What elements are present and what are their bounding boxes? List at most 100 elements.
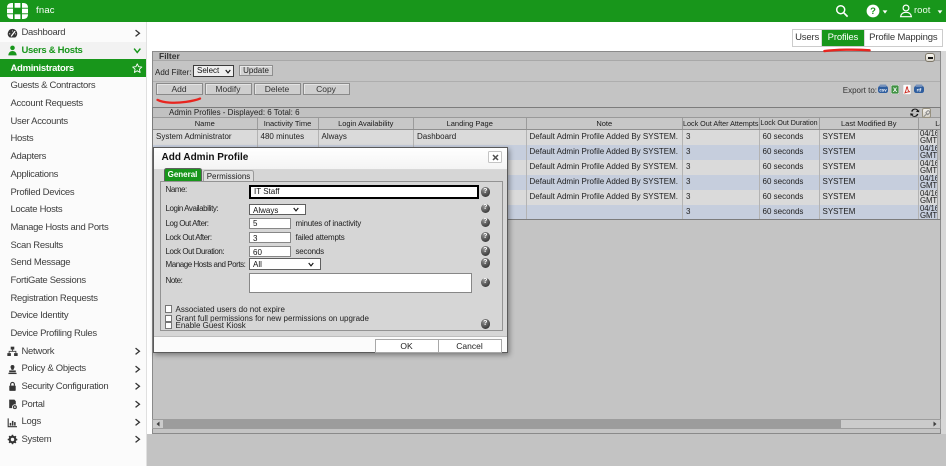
sidebar-item[interactable]: User Accounts bbox=[0, 112, 146, 130]
cell-lock-out-duration: 60 seconds bbox=[760, 160, 820, 175]
name-info-icon[interactable] bbox=[481, 187, 491, 197]
note-info-icon[interactable] bbox=[481, 278, 491, 288]
sidebar-item[interactable]: Profiled Devices bbox=[0, 183, 146, 201]
refresh-icon[interactable] bbox=[910, 108, 920, 118]
csv-export-icon[interactable]: csv bbox=[878, 84, 888, 95]
sidebar-item[interactable]: Locate Hosts bbox=[0, 201, 146, 219]
cell-last-modified-by: SYSTEM bbox=[820, 145, 920, 160]
user-name[interactable]: root bbox=[914, 0, 930, 22]
filter-select-value: Select bbox=[197, 66, 219, 75]
sidebar-item[interactable]: Registration Requests bbox=[0, 289, 146, 307]
sidebar-item-right-icon bbox=[132, 63, 143, 74]
table-scrollbar-thumb[interactable] bbox=[938, 130, 941, 160]
update-button[interactable]: Update bbox=[239, 65, 273, 76]
ok-button[interactable]: OK bbox=[375, 339, 439, 353]
lock-out-duration-input[interactable]: 60 bbox=[249, 246, 291, 257]
sidebar-item[interactable]: FortiGate Sessions bbox=[0, 272, 146, 290]
copy-button[interactable]: Copy bbox=[303, 83, 350, 95]
lock-out-after-input[interactable]: 3 bbox=[249, 232, 291, 243]
sidebar-item[interactable]: Adapters bbox=[0, 148, 146, 166]
tab-permissions[interactable]: Permissions bbox=[203, 170, 254, 181]
sidebar-item[interactable]: Device Profiling Rules bbox=[0, 325, 146, 343]
manage-hosts-label: Manage Hosts and Ports: bbox=[166, 260, 246, 269]
sidebar-item[interactable]: Manage Hosts and Ports bbox=[0, 219, 146, 237]
table-row[interactable]: System Administrator 480 minutes Always … bbox=[153, 130, 940, 145]
column-header[interactable]: Note bbox=[527, 118, 684, 129]
user-icon[interactable] bbox=[898, 3, 914, 19]
fortinet-grid-logo-icon[interactable] bbox=[7, 3, 28, 19]
delete-button[interactable]: Delete bbox=[254, 83, 301, 95]
excel-export-icon[interactable]: X bbox=[890, 84, 900, 95]
manage-hosts-select[interactable]: All bbox=[249, 258, 321, 270]
help-dropdown-caret-icon[interactable] bbox=[883, 10, 888, 13]
modify-button[interactable]: Modify bbox=[205, 83, 252, 95]
sidebar-item[interactable]: Dashboard bbox=[0, 24, 146, 42]
login-availability-info-icon[interactable] bbox=[481, 204, 491, 214]
sidebar-item[interactable]: Guests & Contractors bbox=[0, 77, 146, 95]
column-header[interactable]: Last Modified By bbox=[820, 118, 920, 129]
pdf-export-icon[interactable] bbox=[902, 84, 912, 95]
dialog-title: Add Admin Profile bbox=[162, 152, 249, 163]
sidebar-item[interactable]: Scan Results bbox=[0, 236, 146, 254]
checkbox[interactable] bbox=[165, 305, 173, 313]
sidebar-item-label: Network bbox=[22, 346, 55, 357]
sidebar-item[interactable]: Hosts bbox=[0, 130, 146, 148]
sidebar-item[interactable]: Network bbox=[0, 342, 146, 360]
column-header[interactable]: Login Availability bbox=[319, 118, 415, 129]
horizontal-scrollbar-thumb[interactable] bbox=[163, 420, 841, 428]
table-vertical-scrollbar[interactable] bbox=[937, 130, 941, 219]
search-icon[interactable] bbox=[835, 4, 849, 18]
collapse-filter-button[interactable] bbox=[925, 53, 935, 63]
cell-lock-out-duration: 60 seconds bbox=[760, 175, 820, 190]
tab-general[interactable]: General bbox=[164, 168, 202, 181]
table-settings-icon[interactable] bbox=[922, 108, 932, 118]
cancel-button[interactable]: Cancel bbox=[438, 339, 502, 353]
sidebar-item[interactable]: Account Requests bbox=[0, 95, 146, 113]
sidebar-item-icon bbox=[7, 257, 18, 268]
dialog-close-button[interactable] bbox=[488, 151, 502, 163]
sidebar-item[interactable]: Policy & Objects bbox=[0, 360, 146, 378]
rtf-export-icon[interactable]: rtf bbox=[914, 84, 924, 95]
login-availability-select[interactable]: Always bbox=[249, 204, 306, 215]
add-button[interactable]: Add bbox=[156, 83, 203, 95]
manage-hosts-info-icon[interactable] bbox=[481, 258, 491, 268]
sidebar-item-icon bbox=[7, 204, 18, 215]
sidebar-item[interactable]: Portal bbox=[0, 395, 146, 413]
column-header[interactable]: Lock Out Duration bbox=[760, 118, 820, 129]
note-textarea[interactable] bbox=[249, 273, 472, 293]
lock-out-after-info-icon[interactable] bbox=[481, 232, 491, 242]
sidebar-item[interactable]: Applications bbox=[0, 166, 146, 184]
sidebar-item[interactable]: Users & Hosts bbox=[0, 42, 146, 60]
sidebar-item-icon bbox=[7, 81, 18, 92]
view-tab[interactable]: Profile Mappings bbox=[864, 30, 942, 46]
select-caret-icon bbox=[293, 207, 299, 212]
view-tab[interactable]: Profiles bbox=[821, 30, 863, 46]
sidebar-item-label: Manage Hosts and Ports bbox=[11, 222, 109, 233]
checkbox-info-icon[interactable] bbox=[481, 319, 491, 329]
column-header[interactable]: Lock Out After Attempts bbox=[683, 118, 760, 129]
filter-select[interactable]: Select bbox=[193, 65, 234, 77]
sidebar-item[interactable]: Logs bbox=[0, 413, 146, 431]
sidebar-item[interactable]: Send Message bbox=[0, 254, 146, 272]
sidebar-item[interactable]: Security Configuration bbox=[0, 378, 146, 396]
checkbox[interactable] bbox=[165, 322, 173, 330]
view-tab[interactable]: Users bbox=[793, 30, 821, 46]
sidebar-item[interactable]: System bbox=[0, 431, 146, 449]
user-dropdown-caret-icon[interactable] bbox=[938, 10, 943, 13]
column-header[interactable]: Last Modified Date bbox=[919, 118, 941, 129]
sidebar-item[interactable]: Administrators bbox=[0, 59, 146, 77]
lock-out-duration-info-icon[interactable] bbox=[481, 246, 491, 256]
help-icon[interactable]: ? bbox=[866, 4, 880, 18]
column-header[interactable]: Name bbox=[153, 118, 258, 129]
log-out-after-input[interactable]: 5 bbox=[249, 218, 291, 229]
column-header[interactable]: Landing Page bbox=[414, 118, 527, 129]
horizontal-scrollbar[interactable] bbox=[152, 419, 941, 429]
sidebar-item[interactable]: Device Identity bbox=[0, 307, 146, 325]
log-out-after-info-icon[interactable] bbox=[481, 218, 491, 228]
column-header[interactable]: Inactivity Time bbox=[258, 118, 319, 129]
app-title: fnac bbox=[36, 0, 55, 22]
name-input[interactable]: IT Staff bbox=[249, 185, 479, 200]
dialog-title-bar[interactable]: Add Admin Profile bbox=[154, 148, 507, 170]
scroll-right-arrow-icon[interactable] bbox=[929, 420, 940, 428]
below-panel-background bbox=[147, 434, 946, 466]
